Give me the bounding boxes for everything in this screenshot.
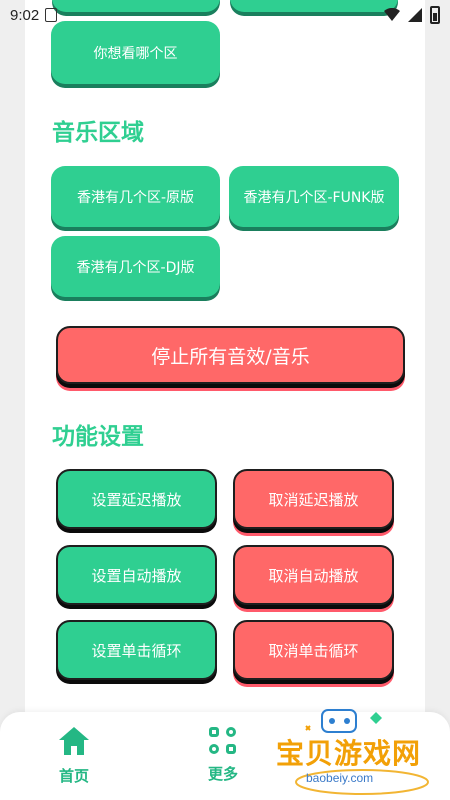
nav-more-label: 更多 [208,765,239,783]
settings-section-title: 功能设置 [52,424,144,450]
music-section-title: 音乐区域 [52,120,144,146]
music-original-label: 香港有几个区-原版 [76,189,195,206]
cancel-auto-button[interactable]: 取消自动播放 [233,545,394,605]
cancel-delay-button[interactable]: 取消延迟播放 [233,469,394,529]
which-region-label: 你想看哪个区 [93,45,178,62]
status-bar: 9:02 [0,0,450,30]
watermark-logo: 宝贝游戏网 baobeiy.com [270,708,440,798]
signal-icon [408,8,422,22]
set-delay-label: 设置延迟播放 [91,490,182,509]
stop-all-label: 停止所有音效/音乐 [151,345,310,368]
more-icon [209,727,237,755]
notification-icon [45,8,58,22]
watermark-brand: 宝贝游戏网 [276,737,422,770]
set-loop-label: 设置单击循环 [91,641,182,660]
home-icon [58,727,90,757]
cancel-delay-label: 取消延迟播放 [268,490,359,509]
battery-icon [430,6,440,24]
nav-home[interactable]: 首页 [58,727,90,786]
set-loop-button[interactable]: 设置单击循环 [56,620,217,680]
music-original-button[interactable]: 香港有几个区-原版 [51,166,220,227]
cancel-loop-label: 取消单击循环 [268,641,359,660]
cancel-auto-label: 取消自动播放 [268,566,359,585]
set-auto-button[interactable]: 设置自动播放 [56,545,217,605]
music-funk-label: 香港有几个区-FUNK版 [243,189,385,206]
music-dj-label: 香港有几个区-DJ版 [76,259,195,276]
nav-more[interactable]: 更多 [208,727,238,784]
cancel-loop-button[interactable]: 取消单击循环 [233,620,394,680]
nav-home-label: 首页 [58,767,89,785]
set-auto-label: 设置自动播放 [91,566,182,585]
status-time: 9:02 [10,6,40,24]
wifi-icon [384,8,400,21]
stop-all-button[interactable]: 停止所有音效/音乐 [56,326,405,384]
which-region-button[interactable]: 你想看哪个区 [51,21,220,84]
watermark-url: baobeiy.com [306,771,374,785]
set-delay-button[interactable]: 设置延迟播放 [56,469,217,529]
music-dj-button[interactable]: 香港有几个区-DJ版 [51,236,220,297]
music-funk-button[interactable]: 香港有几个区-FUNK版 [229,166,399,227]
